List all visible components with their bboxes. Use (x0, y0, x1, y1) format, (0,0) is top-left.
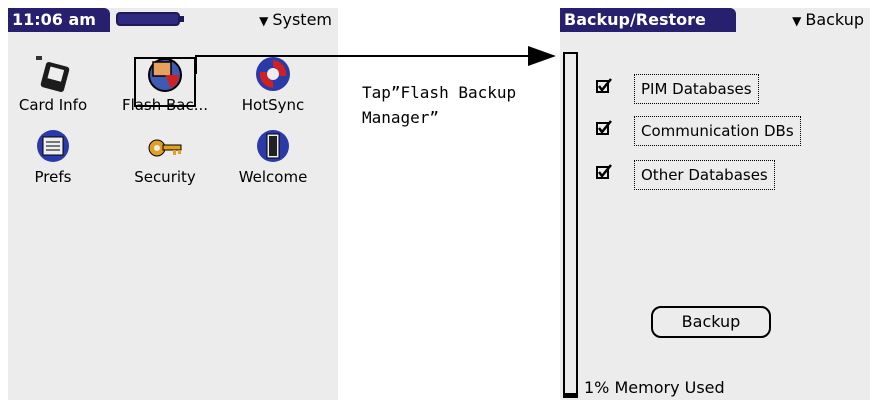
annotation-text: Tap”Flash Backup Manager” (362, 83, 517, 127)
mode-label: Backup (805, 10, 864, 29)
checkbox-label[interactable]: PIM Databases (634, 74, 759, 104)
checkbox-label[interactable]: Communication DBs (634, 116, 801, 146)
checkbox-checked-icon[interactable] (596, 78, 612, 94)
checkbox-checked-icon[interactable] (596, 164, 612, 180)
backup-restore-screen: Backup/Restore ▼ Backup PIM Databases Com… (560, 8, 870, 400)
backup-button[interactable]: Backup (651, 306, 771, 338)
checkbox-checked-icon[interactable] (596, 120, 612, 136)
memory-usage-bar (563, 52, 578, 398)
form-title: Backup/Restore (560, 8, 736, 32)
triangle-down-icon: ▼ (792, 14, 802, 28)
checkbox-label[interactable]: Other Databases (634, 160, 775, 190)
memory-used-text: 1% Memory Used (584, 378, 725, 397)
mode-dropdown[interactable]: ▼ Backup (792, 10, 864, 29)
memory-usage-fill (565, 392, 576, 396)
